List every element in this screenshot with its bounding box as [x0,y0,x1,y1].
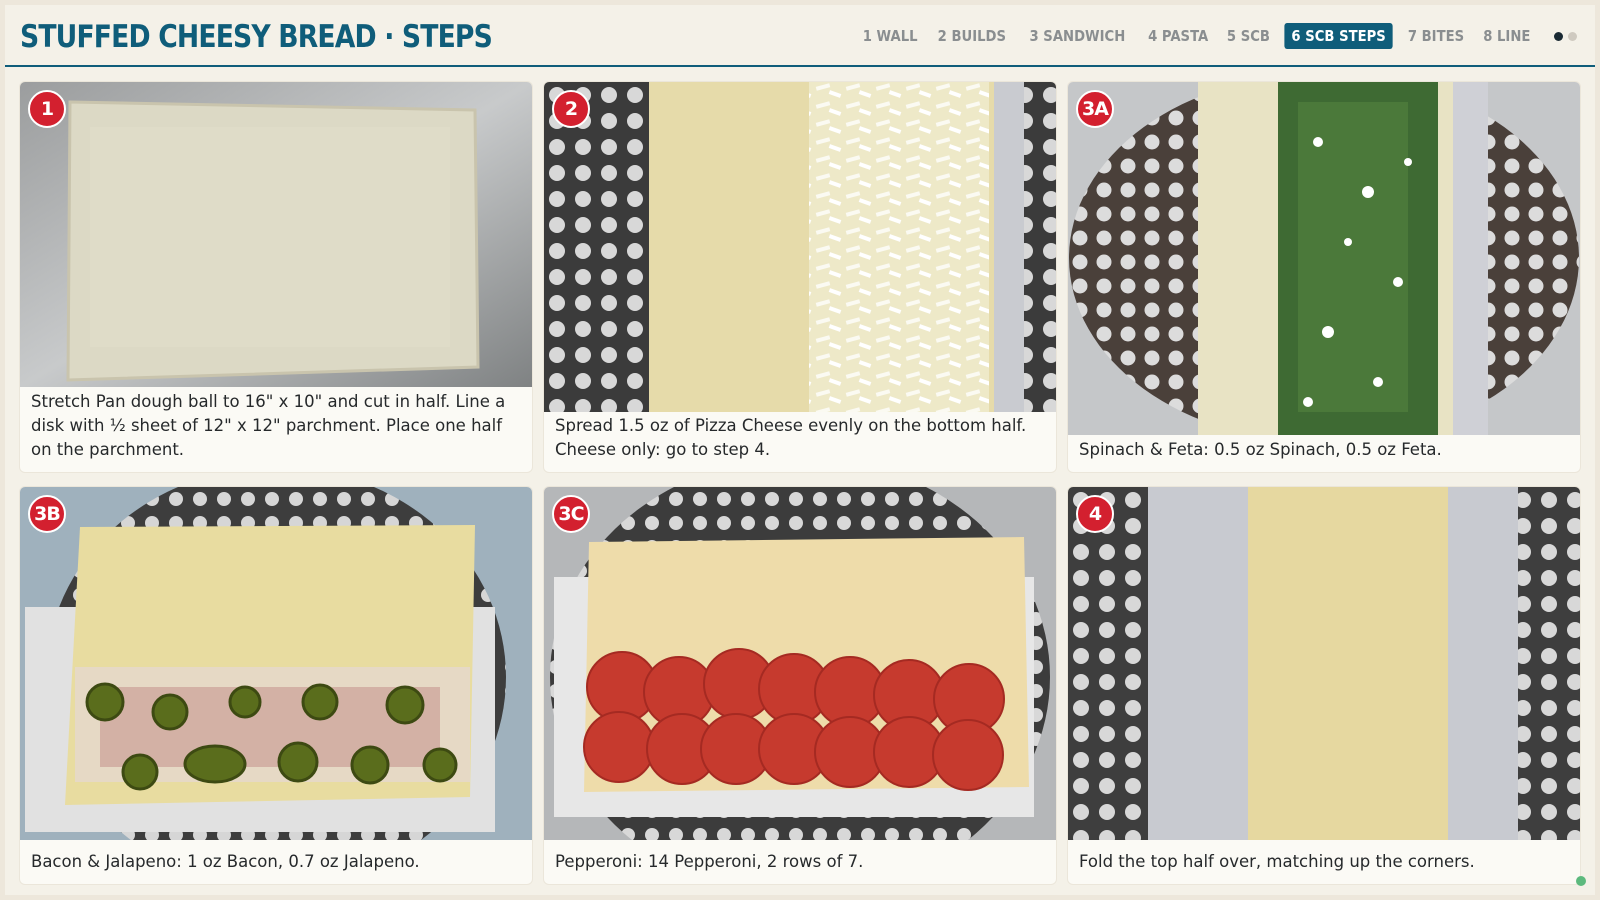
step-card-4: 4 Fold the top half over, matching up th… [1068,487,1580,884]
step-caption: Fold the top half over, matching up the … [1079,852,1475,871]
step-caption: Stretch Pan dough ball to 16" x 10" and … [31,392,506,459]
nav-tab-wall[interactable]: 1 WALL [856,23,925,49]
nav-tab-builds[interactable]: 2 BUILDS [931,23,1013,49]
step-badge: 2 [552,90,590,128]
step-card-1: 1 Stretch Pan dough ball to 16" x 10" an… [20,82,532,472]
nav-tab-scb-steps[interactable]: 6 SCB STEPS [1284,23,1394,49]
step-card-2: 2 Spread 1.5 oz of Pizza Cheese evenly o… [544,82,1056,472]
slide-nav: 1 WALL 2 BUILDS 3 SANDWICH 4 PASTA 5 SCB… [853,21,1577,51]
step-badge: 3C [552,495,590,533]
step-badge: 4 [1076,495,1114,533]
step-card-3c: 3C Pepperoni: 14 Pepperoni, 2 rows of 7. [544,487,1056,884]
step-badge: 1 [28,90,66,128]
step-card-3a: 3A Spinach & Feta: 0.5 oz Spinach, 0.5 o… [1068,82,1580,472]
page-dot-active[interactable] [1554,31,1563,41]
step-photo-4 [1068,487,1580,840]
step-caption: Pepperoni: 14 Pepperoni, 2 rows of 7. [555,852,864,871]
nav-tab-scb[interactable]: 5 SCB [1220,23,1277,49]
nav-tab-pasta[interactable]: 4 PASTA [1141,23,1215,49]
step-caption: Spread 1.5 oz of Pizza Cheese evenly on … [555,416,1027,459]
header: STUFFED CHEESY BREAD · STEPS 1 WALL 2 BU… [5,5,1595,67]
nav-tab-line[interactable]: 8 LINE [1477,23,1538,49]
step-photo-3b [20,487,532,840]
step-photo-3c [544,487,1056,840]
step-photo-1 [20,82,532,387]
page-title: STUFFED CHEESY BREAD · STEPS [20,19,493,55]
step-badge: 3A [1076,90,1114,128]
step-caption: Bacon & Jalapeno: 1 oz Bacon, 0.7 oz Jal… [31,852,420,871]
step-badge: 3B [28,495,66,533]
status-indicator [1576,876,1586,886]
page-dots [1554,31,1577,41]
step-photo-2 [544,82,1056,412]
nav-tab-bites[interactable]: 7 BITES [1401,23,1471,49]
slide: STUFFED CHEESY BREAD · STEPS 1 WALL 2 BU… [5,5,1595,895]
step-caption: Spinach & Feta: 0.5 oz Spinach, 0.5 oz F… [1079,440,1442,459]
step-photo-3a [1068,82,1580,435]
nav-tab-sandwich[interactable]: 3 SANDWICH [1023,23,1133,49]
page-dot[interactable] [1568,31,1577,41]
step-card-3b: 3B Bacon & Jalapeno: 1 oz Bacon, 0.7 oz … [20,487,532,884]
